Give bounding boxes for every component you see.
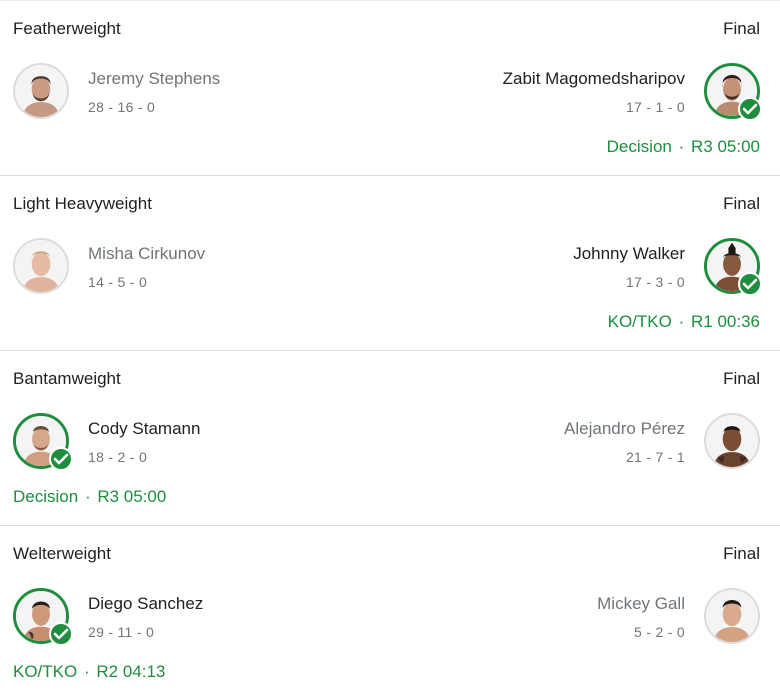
winner-badge — [49, 447, 73, 471]
result-separator: · — [83, 662, 90, 681]
fight-status: Final — [723, 369, 760, 388]
fighter-record: 17 - 1 - 0 — [625, 99, 685, 115]
fighter-avatar[interactable] — [13, 63, 69, 119]
result-separator: · — [678, 137, 685, 156]
result-time: R3 05:00 — [97, 487, 167, 506]
fight-card[interactable]: Bantamweight Final Cody Stamann 18 - 2 -… — [0, 350, 780, 525]
fighter-headshot-icon — [706, 415, 758, 467]
fighter-name: Cody Stamann — [88, 419, 201, 438]
fighter-right[interactable]: Zabit Magomedsharipov 17 - 1 - 0 — [400, 63, 762, 123]
fighter-record: 29 - 11 - 0 — [88, 624, 155, 640]
fighter-left[interactable]: Misha Cirkunov 14 - 5 - 0 — [13, 238, 373, 298]
fighter-left[interactable]: Cody Stamann 18 - 2 - 0 — [13, 413, 373, 473]
fighter-record: 18 - 2 - 0 — [88, 449, 148, 465]
fight-result: Decision · R3 05:00 — [13, 487, 166, 507]
fight-card[interactable]: Featherweight Final Jeremy Stephens 28 -… — [0, 0, 780, 175]
fighter-avatar[interactable] — [704, 588, 760, 644]
result-time: R1 00:36 — [691, 312, 760, 331]
result-method: KO/TKO — [607, 312, 672, 331]
fight-status: Final — [723, 544, 760, 563]
result-time: R3 05:00 — [691, 137, 760, 156]
fighter-name: Diego Sanchez — [88, 594, 204, 613]
fighter-headshot-icon — [706, 590, 758, 642]
result-separator: · — [84, 487, 91, 506]
checkmark-icon — [742, 103, 758, 115]
result-time: R2 04:13 — [96, 662, 166, 681]
fighter-avatar[interactable] — [13, 238, 69, 294]
fight-result: KO/TKO · R2 04:13 — [13, 662, 165, 682]
fighter-right[interactable]: Alejandro Pérez 21 - 7 - 1 — [400, 413, 760, 473]
checkmark-icon — [53, 628, 69, 640]
fighter-avatar[interactable] — [704, 413, 760, 469]
fight-status: Final — [723, 194, 760, 213]
fighter-name: Zabit Magomedsharipov — [502, 69, 685, 88]
result-method: Decision — [13, 487, 79, 506]
weight-class: Light Heavyweight — [13, 194, 152, 213]
fighter-record: 5 - 2 - 0 — [634, 624, 685, 640]
fighter-record: 21 - 7 - 1 — [625, 449, 685, 465]
winner-badge — [49, 622, 73, 646]
fight-result: KO/TKO · R1 00:36 — [608, 312, 760, 332]
weight-class: Welterweight — [13, 544, 111, 563]
checkmark-icon — [742, 278, 758, 290]
fight-result: Decision · R3 05:00 — [607, 137, 760, 157]
weight-class: Bantamweight — [13, 369, 121, 388]
fight-card[interactable]: Light Heavyweight Final Misha Cirkunov 1… — [0, 175, 780, 350]
fighter-name: Alejandro Pérez — [564, 419, 685, 438]
fighter-name: Mickey Gall — [597, 594, 685, 613]
weight-class: Featherweight — [13, 19, 121, 38]
fighter-record: 17 - 3 - 0 — [625, 274, 685, 290]
winner-badge — [738, 97, 762, 121]
fighter-headshot-icon — [15, 240, 67, 292]
result-method: Decision — [606, 137, 672, 156]
fighter-name: Jeremy Stephens — [88, 69, 221, 88]
fighter-right[interactable]: Johnny Walker 17 - 3 - 0 — [400, 238, 762, 298]
checkmark-icon — [53, 453, 69, 465]
fight-status: Final — [723, 19, 760, 38]
fighter-record: 14 - 5 - 0 — [88, 274, 148, 290]
fight-card[interactable]: Welterweight Final Diego Sanchez 29 - 11… — [0, 525, 780, 699]
winner-badge — [738, 272, 762, 296]
fighter-left[interactable]: Jeremy Stephens 28 - 16 - 0 — [13, 63, 373, 123]
fighter-name: Johnny Walker — [573, 244, 685, 263]
fighter-right[interactable]: Mickey Gall 5 - 2 - 0 — [400, 588, 760, 648]
fighter-record: 28 - 16 - 0 — [88, 99, 156, 115]
result-method: KO/TKO — [13, 662, 78, 681]
result-separator: · — [678, 312, 685, 331]
fighter-headshot-icon — [15, 65, 67, 117]
fighter-name: Misha Cirkunov — [88, 244, 206, 263]
fighter-left[interactable]: Diego Sanchez 29 - 11 - 0 — [13, 588, 373, 648]
fight-results-list: Featherweight Final Jeremy Stephens 28 -… — [0, 0, 780, 699]
